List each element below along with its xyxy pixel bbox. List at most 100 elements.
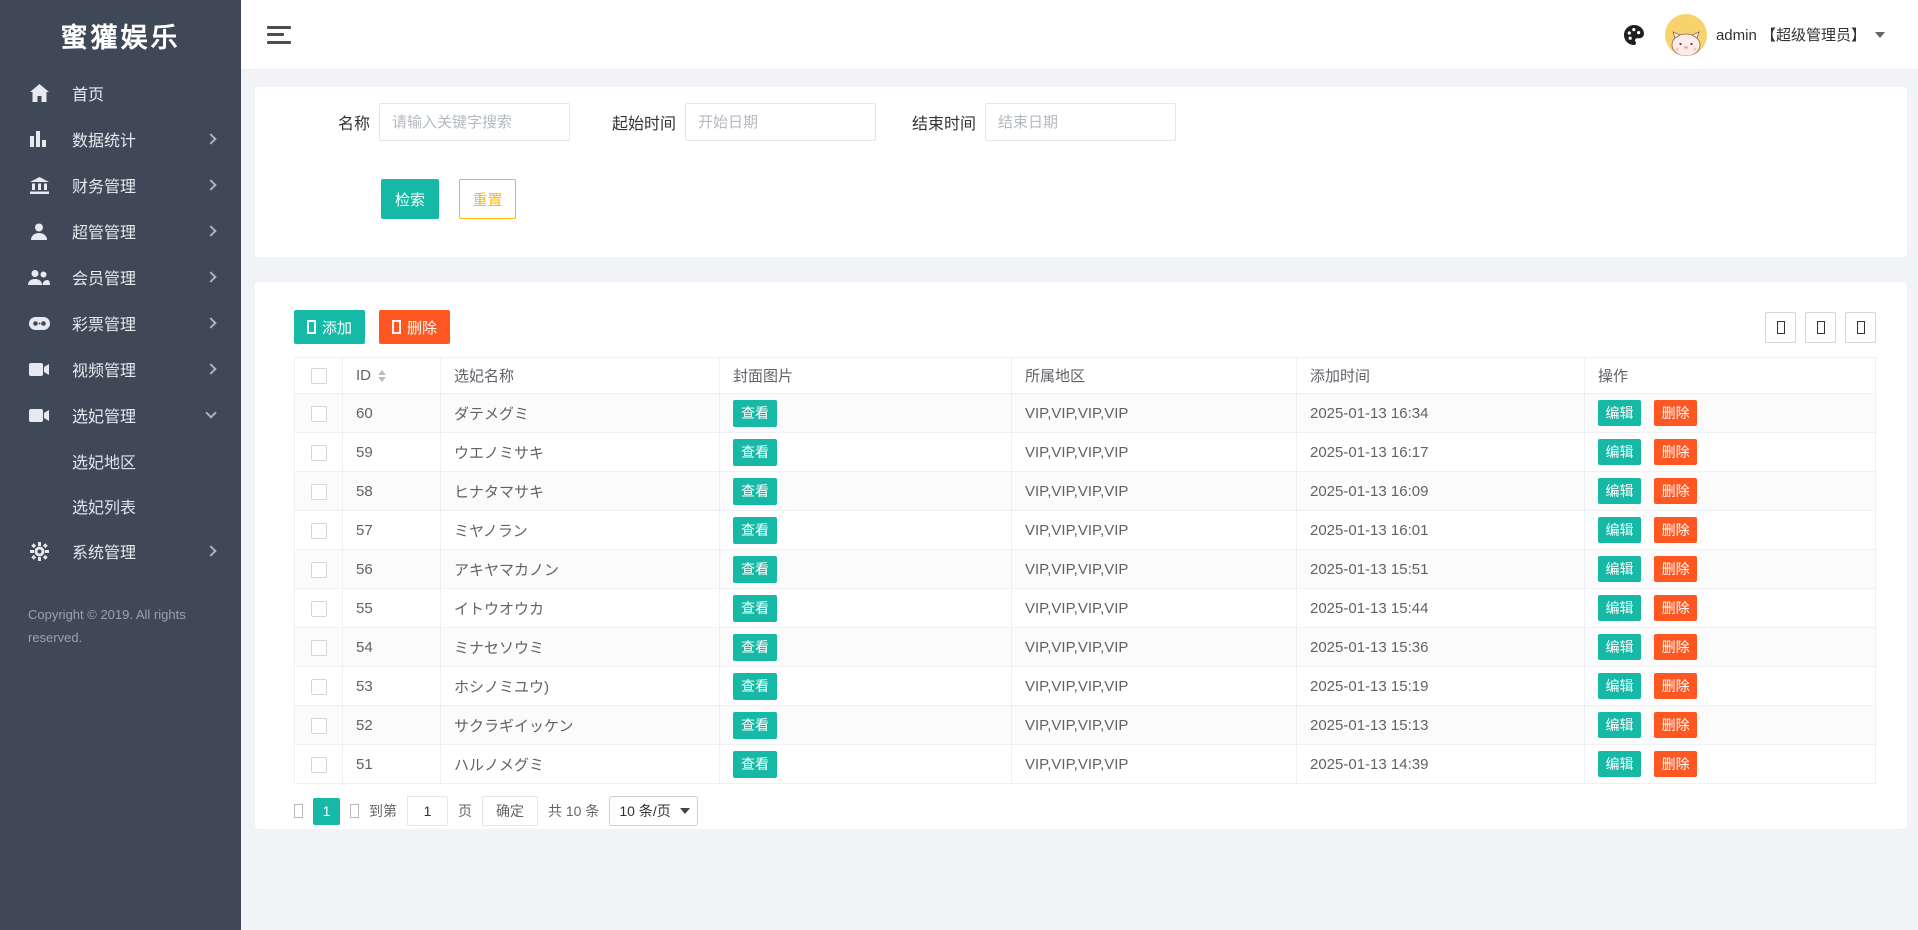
row-checkbox[interactable] <box>310 561 327 578</box>
sidebar-item-lottery[interactable]: 彩票管理 <box>0 300 241 346</box>
row-time: 2025-01-13 16:01 <box>1296 510 1585 550</box>
theme-palette-icon[interactable] <box>1621 22 1647 48</box>
name-filter-group: 名称 <box>338 103 571 141</box>
row-checkbox[interactable] <box>310 600 327 617</box>
row-checkbox[interactable] <box>310 483 327 500</box>
sidebar-item-members[interactable]: 会员管理 <box>0 254 241 300</box>
sidebar-toggle-button[interactable] <box>267 25 291 44</box>
row-checkbox[interactable] <box>310 756 327 773</box>
view-cover-button[interactable]: 查看 <box>733 516 777 544</box>
row-name: ウエノミサキ <box>440 432 720 472</box>
row-checkbox[interactable] <box>310 639 327 656</box>
view-cover-button[interactable]: 查看 <box>733 399 777 427</box>
sidebar-item-consort[interactable]: 选妃管理 <box>0 392 241 438</box>
sidebar-item-home[interactable]: 首页 <box>0 70 241 116</box>
goto-page-input[interactable] <box>407 796 448 826</box>
delete-button-label: 删除 <box>407 319 438 337</box>
edit-button[interactable]: 编辑 <box>1598 478 1641 504</box>
prev-page-icon[interactable] <box>294 804 303 818</box>
reset-button[interactable]: 重置 <box>459 179 516 219</box>
topbar: admin 【超级管理员】 <box>241 0 1918 70</box>
view-cover-button[interactable]: 查看 <box>733 750 777 778</box>
row-delete-button[interactable]: 删除 <box>1654 751 1698 777</box>
row-delete-button[interactable]: 删除 <box>1654 517 1698 543</box>
row-delete-button[interactable]: 删除 <box>1654 478 1698 504</box>
column-header-id[interactable]: ID <box>342 357 441 394</box>
sidebar-item-finance[interactable]: 财务管理 <box>0 162 241 208</box>
sort-icon[interactable] <box>378 369 386 382</box>
table-row: 55 イトウオウカ 查看 VIP,VIP,VIP,VIP 2025-01-13 … <box>294 588 1876 628</box>
data-table: ID 选妃名称 封面图片 所属地区 添加时间 操作 60 ダテメグミ 查看 VI… <box>294 357 1876 784</box>
edit-button[interactable]: 编辑 <box>1598 517 1641 543</box>
next-page-icon[interactable] <box>350 804 359 818</box>
view-cover-button[interactable]: 查看 <box>733 438 777 466</box>
sidebar-item-system[interactable]: 系统管理 <box>0 528 241 574</box>
sidebar-item-label: 选妃管理 <box>72 409 137 426</box>
sidebar-subitem-consort-region[interactable]: 选妃地区 <box>0 438 241 483</box>
edit-button[interactable]: 编辑 <box>1598 439 1641 465</box>
edit-button[interactable]: 编辑 <box>1598 595 1641 621</box>
view-cover-button[interactable]: 查看 <box>733 555 777 583</box>
edit-button[interactable]: 编辑 <box>1598 634 1641 660</box>
page-size-select[interactable]: 10 条/页 <box>609 796 699 826</box>
chevron-right-icon <box>205 545 217 557</box>
edit-button[interactable]: 编辑 <box>1598 751 1641 777</box>
view-cover-button[interactable]: 查看 <box>733 633 777 661</box>
select-all-checkbox[interactable] <box>310 368 327 385</box>
batch-delete-button[interactable]: 删除 <box>379 310 451 344</box>
row-delete-button[interactable]: 删除 <box>1654 556 1698 582</box>
row-time: 2025-01-13 16:09 <box>1296 471 1585 511</box>
print-button[interactable] <box>1845 311 1876 343</box>
row-checkbox[interactable] <box>310 717 327 734</box>
view-cover-button[interactable]: 查看 <box>733 672 777 700</box>
row-time: 2025-01-13 14:39 <box>1296 744 1585 784</box>
edit-button[interactable]: 编辑 <box>1598 400 1641 426</box>
row-time: 2025-01-13 15:19 <box>1296 666 1585 706</box>
row-delete-button[interactable]: 删除 <box>1654 673 1698 699</box>
chevron-right-icon <box>205 363 217 375</box>
view-cover-button[interactable]: 查看 <box>733 477 777 505</box>
user-menu[interactable]: admin 【超级管理员】 <box>1664 13 1885 56</box>
row-time: 2025-01-13 16:34 <box>1296 393 1585 433</box>
column-header-region: 所属地区 <box>1011 357 1297 394</box>
gear-icon <box>28 541 50 561</box>
add-button[interactable]: 添加 <box>294 310 366 344</box>
current-page-button[interactable]: 1 <box>313 797 340 825</box>
row-delete-button[interactable]: 删除 <box>1654 595 1698 621</box>
row-id: 58 <box>342 471 441 511</box>
export-button[interactable] <box>1805 311 1836 343</box>
edit-button[interactable]: 编辑 <box>1598 673 1641 699</box>
start-date-input[interactable] <box>685 103 877 141</box>
row-checkbox[interactable] <box>310 678 327 695</box>
row-checkbox[interactable] <box>310 444 327 461</box>
name-search-input[interactable] <box>379 103 571 141</box>
sidebar-subitem-consort-list[interactable]: 选妃列表 <box>0 483 241 528</box>
row-time: 2025-01-13 15:44 <box>1296 588 1585 628</box>
search-button[interactable]: 检索 <box>381 179 439 219</box>
sidebar-item-label: 财务管理 <box>72 179 137 196</box>
sidebar-item-stats[interactable]: 数据统计 <box>0 116 241 162</box>
user-dropdown-caret-icon <box>1875 31 1885 38</box>
view-cover-button[interactable]: 查看 <box>733 594 777 622</box>
row-delete-button[interactable]: 删除 <box>1654 634 1698 660</box>
row-name: ハルノメグミ <box>440 744 720 784</box>
end-date-input[interactable] <box>985 103 1177 141</box>
chevron-right-icon <box>205 271 217 283</box>
edit-button[interactable]: 编辑 <box>1598 556 1641 582</box>
row-checkbox[interactable] <box>310 405 327 422</box>
view-cover-button[interactable]: 查看 <box>733 711 777 739</box>
row-region: VIP,VIP,VIP,VIP <box>1011 744 1297 784</box>
row-delete-button[interactable]: 删除 <box>1654 439 1698 465</box>
goto-confirm-button[interactable]: 确定 <box>482 796 538 826</box>
sidebar-item-video[interactable]: 视频管理 <box>0 346 241 392</box>
filter-columns-button[interactable] <box>1765 311 1796 343</box>
row-delete-button[interactable]: 删除 <box>1654 400 1698 426</box>
sidebar-subitem-label: 选妃列表 <box>72 499 137 517</box>
sidebar-item-superadmin[interactable]: 超管管理 <box>0 208 241 254</box>
goto-prefix-label: 到第 <box>369 803 397 819</box>
edit-button[interactable]: 编辑 <box>1598 712 1641 738</box>
row-id: 56 <box>342 549 441 589</box>
row-checkbox[interactable] <box>310 522 327 539</box>
row-delete-button[interactable]: 删除 <box>1654 712 1698 738</box>
table-toolbar: 添加 删除 <box>294 310 1876 344</box>
